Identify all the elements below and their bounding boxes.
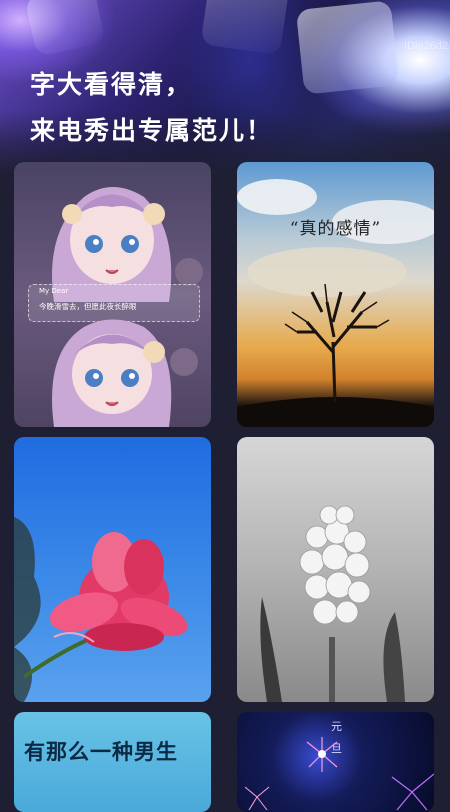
pink-lotus-illustration: [14, 517, 188, 702]
banner-text: 今晚滑雪去，但愿此夜长醉眼: [39, 302, 137, 311]
id-label: IDle26d2: [403, 40, 448, 52]
ringtone-card-white-hyacinth[interactable]: [237, 437, 434, 702]
anime-girl-illustration: [52, 187, 203, 302]
banner-title: My Dear: [39, 287, 69, 295]
ringtone-card-pink-lotus[interactable]: [14, 437, 211, 702]
card-caption: 有那么一种男生: [24, 739, 178, 764]
hyacinth-illustration: [260, 505, 405, 702]
tree-sunset-illustration: [237, 179, 434, 427]
card-caption: “真的感情”: [289, 219, 382, 239]
headline-line2: 来电秀出专属范儿！: [30, 116, 274, 145]
hero-cube-shape: [24, 0, 106, 57]
ringtone-card-fireworks[interactable]: 元 旦: [237, 712, 434, 812]
ringtone-card-boy-text[interactable]: 有那么一种男生: [14, 712, 211, 812]
headline: 字大看得清， 来电秀出专属范儿！: [30, 62, 273, 154]
hero-cube-shape: [200, 0, 290, 56]
ringtone-card-anime-girl[interactable]: My Dear 今晚滑雪去，但愿此夜长醉眼: [14, 162, 211, 427]
anime-girl-illustration-lower: [52, 319, 198, 427]
ringtone-card-tree-sunset[interactable]: “真的感情”: [237, 162, 434, 427]
fireworks-illustration: [244, 737, 434, 811]
hero-cube-shape: [295, 0, 400, 95]
headline-line1: 字大看得清，: [30, 70, 193, 99]
